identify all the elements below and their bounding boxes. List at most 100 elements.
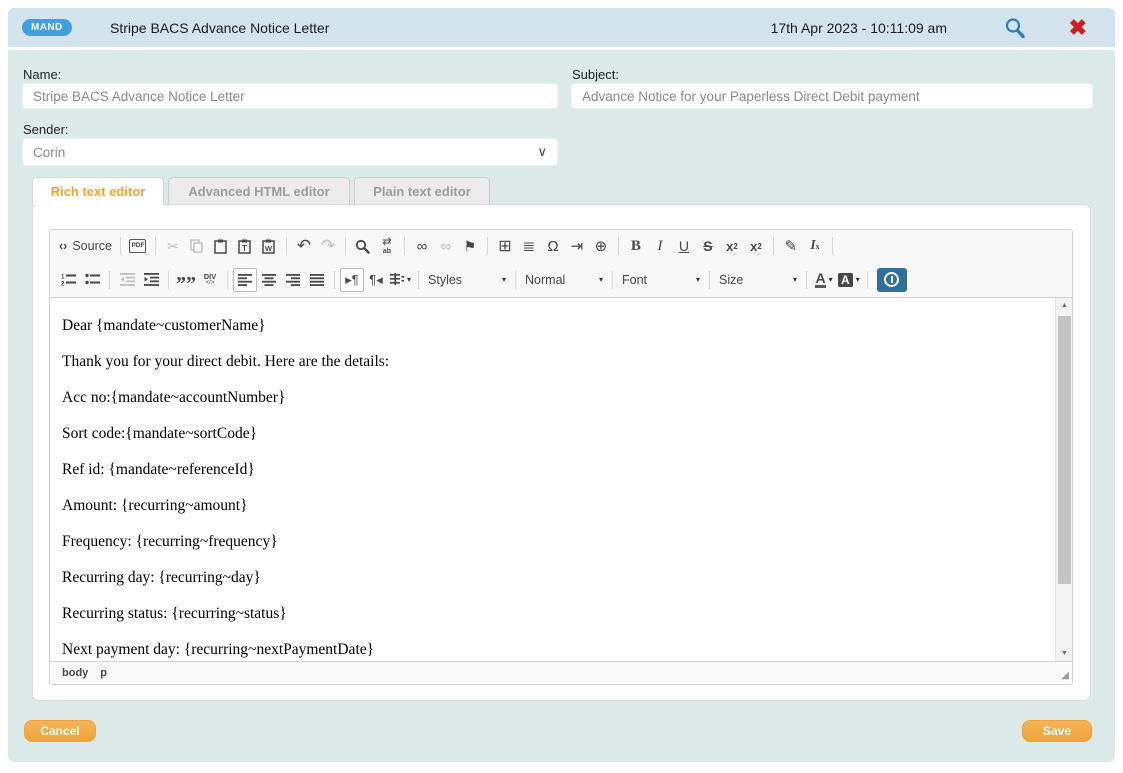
editor-paragraph: Acc no:{mandate~accountNumber} [62,389,1043,407]
align-right-icon[interactable] [281,268,305,292]
font-dropdown[interactable]: Font▾ [618,273,704,287]
editor-paragraph: Sort code:{mandate~sortCode} [62,425,1043,443]
editor-tabs: Rich text editor Advanced HTML editor Pl… [32,177,490,205]
editor-paragraph: Recurring status: {recurring~status} [62,605,1043,623]
letter-editor-window: MAND Stripe BACS Advance Notice Letter 1… [8,8,1115,762]
dropdown-caret-icon: ▾ [407,275,411,284]
iframe-globe-icon[interactable]: ⊕ [589,234,613,258]
merge-token-button[interactable] [877,268,907,292]
link-icon[interactable]: ∞ [410,234,434,258]
editor-scrollbar[interactable]: ▲ ▼ [1055,298,1072,661]
paste-as-text-icon[interactable]: T [233,234,257,258]
sender-label: Sender: [23,122,69,137]
window-header: MAND Stripe BACS Advance Notice Letter 1… [8,8,1115,50]
subject-input[interactable] [571,83,1093,109]
editor-document: Dear {mandate~customerName} Thank you fo… [50,298,1055,661]
dropdown-caret-icon: ▾ [599,275,603,284]
cancel-button[interactable]: Cancel [24,720,96,742]
subscript-button[interactable]: x2 [720,234,744,258]
editor-paragraph: Ref id: {mandate~referenceId} [62,461,1043,479]
decrease-indent-icon[interactable] [115,268,139,292]
tab-rich-text-editor[interactable]: Rich text editor [32,177,164,205]
find-icon[interactable] [351,234,375,258]
source-icon: ‹› [59,239,67,253]
dropdown-caret-icon: ▾ [829,275,833,284]
editor-paragraph: Amount: {recurring~amount} [62,497,1043,515]
size-dropdown[interactable]: Size▾ [715,273,801,287]
text-direction-rtl-icon[interactable]: ¶◂ [364,268,388,292]
window-title: Stripe BACS Advance Notice Letter [110,20,329,36]
insert-table-icon[interactable]: ⊞ [493,234,517,258]
text-direction-ltr-icon[interactable]: ▸¶ [340,268,364,292]
dropdown-caret-icon: ▾ [502,275,506,284]
superscript-button[interactable]: x2 [744,234,768,258]
tab-advanced-html-editor[interactable]: Advanced HTML editor [168,177,350,205]
anchor-flag-icon[interactable]: ⚑ [458,234,482,258]
background-color-button[interactable]: A▾ [836,268,862,292]
svg-text:T: T [242,244,247,253]
token-circle-icon [884,272,899,287]
cut-icon[interactable]: ✂ [161,234,185,258]
increase-indent-icon[interactable] [139,268,163,292]
mandate-badge: MAND [22,19,72,36]
special-character-icon[interactable]: Ω [541,234,565,258]
page-break-icon[interactable]: ⇥ [565,234,589,258]
replace-icon[interactable]: ⇄ab [375,234,399,258]
italic-button[interactable]: I [648,234,672,258]
bold-button[interactable]: B [624,234,648,258]
horizontal-rule-icon[interactable]: ≣ [517,234,541,258]
svg-text:W: W [265,244,273,253]
dropdown-caret-icon: ▾ [856,275,860,284]
chevron-down-icon: ∨ [537,144,547,160]
underline-button[interactable]: U [672,234,696,258]
editor-paragraph: Thank you for your direct debit. Here ar… [62,353,1043,371]
source-button[interactable]: ‹›Source [56,234,115,258]
language-icon[interactable]: ▾ [388,268,413,292]
subject-label: Subject: [572,67,619,82]
editor-toolbar-row1: ‹›Source PDF ✂ T W ↶ ↷ ⇄ab ∞ ∞ ⚑ [50,230,1072,262]
resize-handle-icon[interactable]: ◢ [1061,670,1069,681]
search-icon[interactable] [1003,16,1027,40]
text-color-button[interactable]: A▾ [812,268,836,292]
scroll-up-icon[interactable]: ▲ [1056,298,1072,313]
editor-paragraph: Next payment day: {recurring~nextPayment… [62,641,1043,659]
scrollbar-thumb[interactable] [1058,316,1071,584]
dropdown-caret-icon: ▾ [793,275,797,284]
element-path-p[interactable]: p [100,667,107,679]
svg-text:2: 2 [61,282,65,287]
save-button[interactable]: Save [1022,720,1092,742]
header-datetime: 17th Apr 2023 - 10:11:09 am [771,20,947,36]
paste-from-word-icon[interactable]: W [257,234,281,258]
styles-dropdown[interactable]: Styles▾ [424,273,510,287]
rich-text-panel: ‹›Source PDF ✂ T W ↶ ↷ ⇄ab ∞ ∞ ⚑ [32,204,1091,701]
paste-icon[interactable] [209,234,233,258]
scroll-down-icon[interactable]: ▼ [1056,646,1072,661]
remove-format-button[interactable]: Ix [803,234,827,258]
align-justify-icon[interactable] [305,268,329,292]
copy-icon[interactable] [185,234,209,258]
sender-selected-value: Corin [33,145,65,160]
paragraph-format-dropdown[interactable]: Normal▾ [521,273,607,287]
element-path-body[interactable]: body [62,667,88,679]
undo-icon[interactable]: ↶ [292,234,316,258]
sender-select[interactable]: Corin ∨ [22,138,558,166]
unlink-icon[interactable]: ∞ [434,234,458,258]
export-pdf-button[interactable]: PDF [126,234,150,258]
close-icon[interactable]: ✖ [1069,17,1087,39]
numbered-list-icon[interactable]: 12 [56,268,80,292]
blockquote-icon[interactable]: ”” [174,268,198,292]
div-container-button[interactable]: DIV</> [198,268,222,292]
align-center-icon[interactable] [257,268,281,292]
editor-content-area[interactable]: Dear {mandate~customerName} Thank you fo… [50,298,1072,661]
name-label: Name: [23,67,61,82]
svg-text:1: 1 [61,275,65,281]
editor-paragraph: Dear {mandate~customerName} [62,317,1043,335]
strikethrough-button[interactable]: S [696,234,720,258]
rich-text-editor: ‹›Source PDF ✂ T W ↶ ↷ ⇄ab ∞ ∞ ⚑ [49,229,1073,685]
align-left-icon[interactable] [233,268,257,292]
copy-formatting-icon[interactable]: ✎ [779,234,803,258]
bulleted-list-icon[interactable] [80,268,104,292]
name-input[interactable] [22,83,558,109]
redo-icon[interactable]: ↷ [316,234,340,258]
tab-plain-text-editor[interactable]: Plain text editor [354,177,490,205]
